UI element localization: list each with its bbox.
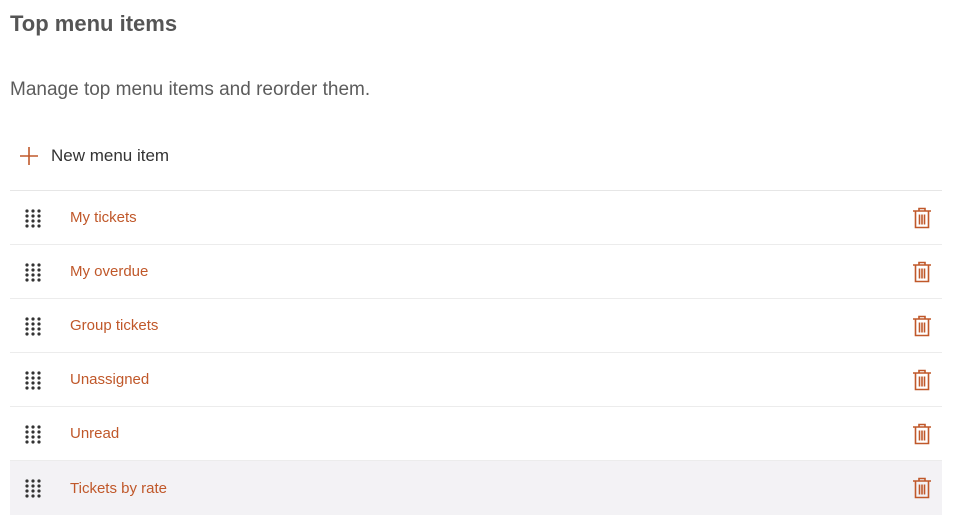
drag-handle-icon[interactable]	[23, 262, 43, 282]
menu-item-label[interactable]: Tickets by rate	[70, 480, 167, 497]
menu-item-row: My tickets	[10, 191, 942, 245]
trash-icon[interactable]	[912, 423, 932, 445]
trash-icon[interactable]	[912, 477, 932, 499]
drag-handle-icon[interactable]	[23, 424, 43, 444]
trash-icon[interactable]	[912, 369, 932, 391]
menu-item-label[interactable]: Group tickets	[70, 317, 158, 334]
trash-icon[interactable]	[912, 207, 932, 229]
trash-icon[interactable]	[912, 261, 932, 283]
drag-handle-icon[interactable]	[23, 370, 43, 390]
page-description: Manage top menu items and reorder them.	[10, 79, 371, 100]
menu-item-label[interactable]: Unread	[70, 425, 119, 442]
menu-item-row: Unread	[10, 407, 942, 461]
menu-items-list: My tickets My overdue Group tickets Unas…	[10, 190, 942, 515]
drag-handle-icon[interactable]	[23, 478, 43, 498]
new-menu-item-button[interactable]: New menu item	[10, 136, 310, 176]
menu-item-label[interactable]: Unassigned	[70, 371, 149, 388]
page-title: Top menu items	[10, 11, 178, 36]
menu-item-label[interactable]: My tickets	[70, 209, 137, 226]
menu-item-row: Tickets by rate	[10, 461, 942, 515]
menu-item-row: Unassigned	[10, 353, 942, 407]
drag-handle-icon[interactable]	[23, 208, 43, 228]
new-menu-item-label: New menu item	[51, 146, 170, 165]
menu-item-row: My overdue	[10, 245, 942, 299]
trash-icon[interactable]	[912, 315, 932, 337]
page: Top menu items Manage top menu items and…	[0, 0, 976, 528]
menu-item-row: Group tickets	[10, 299, 942, 353]
plus-icon	[20, 147, 38, 165]
menu-item-label[interactable]: My overdue	[70, 263, 148, 280]
drag-handle-icon[interactable]	[23, 316, 43, 336]
